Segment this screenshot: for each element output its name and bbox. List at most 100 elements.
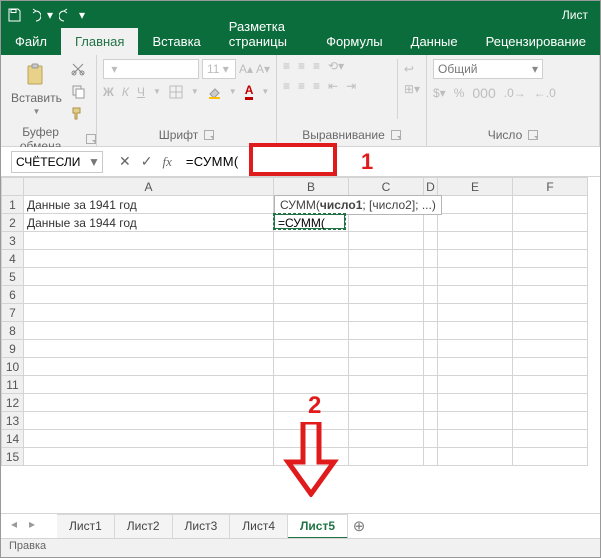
- cell[interactable]: [513, 448, 588, 466]
- col-header[interactable]: D: [424, 178, 438, 196]
- cell[interactable]: [424, 430, 438, 448]
- cell[interactable]: [349, 340, 424, 358]
- col-header[interactable]: C: [349, 178, 424, 196]
- cell[interactable]: [274, 322, 349, 340]
- cell[interactable]: [349, 286, 424, 304]
- decrease-decimal-icon[interactable]: ←.0: [534, 86, 556, 100]
- clipboard-launcher-icon[interactable]: [86, 134, 96, 144]
- confirm-formula-icon[interactable]: ✓: [141, 153, 153, 170]
- cell[interactable]: [349, 304, 424, 322]
- cell[interactable]: [274, 394, 349, 412]
- cell[interactable]: [349, 430, 424, 448]
- cell[interactable]: [438, 214, 513, 232]
- cell[interactable]: [24, 286, 274, 304]
- cell[interactable]: [513, 304, 588, 322]
- cell[interactable]: [349, 448, 424, 466]
- cell[interactable]: Данные за 1941 год: [24, 196, 274, 214]
- sheet-tab[interactable]: Лист3: [173, 514, 231, 539]
- cell[interactable]: [24, 304, 274, 322]
- cell[interactable]: [424, 394, 438, 412]
- cell[interactable]: [513, 196, 588, 214]
- orientation-icon[interactable]: ⟲▾: [328, 59, 344, 73]
- row-header[interactable]: 10: [2, 358, 24, 376]
- cell[interactable]: [24, 250, 274, 268]
- cell[interactable]: [438, 358, 513, 376]
- cell[interactable]: [274, 376, 349, 394]
- row-header[interactable]: 7: [2, 304, 24, 322]
- row-header[interactable]: 4: [2, 250, 24, 268]
- cell[interactable]: [438, 304, 513, 322]
- cell[interactable]: [424, 214, 438, 232]
- tab-home[interactable]: Главная: [61, 28, 138, 55]
- cell[interactable]: [24, 448, 274, 466]
- align-bottom-icon[interactable]: ≡: [313, 59, 320, 73]
- row-header[interactable]: 13: [2, 412, 24, 430]
- cell[interactable]: [24, 412, 274, 430]
- cell[interactable]: [424, 304, 438, 322]
- cell[interactable]: [513, 250, 588, 268]
- cell[interactable]: [24, 376, 274, 394]
- cell[interactable]: [513, 214, 588, 232]
- cell[interactable]: [513, 268, 588, 286]
- cell[interactable]: [438, 286, 513, 304]
- accounting-format-icon[interactable]: $▾: [433, 86, 446, 100]
- undo-dropdown-icon[interactable]: ▾: [45, 6, 55, 24]
- cell[interactable]: [424, 448, 438, 466]
- row-header[interactable]: 2: [2, 214, 24, 232]
- cell[interactable]: [513, 322, 588, 340]
- cell[interactable]: [513, 340, 588, 358]
- format-painter-icon[interactable]: [70, 105, 86, 121]
- cell[interactable]: [349, 232, 424, 250]
- row-header[interactable]: 3: [2, 232, 24, 250]
- cell[interactable]: [274, 448, 349, 466]
- cell[interactable]: [274, 268, 349, 286]
- formula-input[interactable]: [180, 151, 330, 173]
- worksheet-grid[interactable]: ABCDEF1Данные за 1941 год2Данные за 1944…: [1, 177, 600, 513]
- cell[interactable]: [438, 250, 513, 268]
- cell[interactable]: [24, 394, 274, 412]
- col-header[interactable]: E: [438, 178, 513, 196]
- font-family-select[interactable]: ▾: [103, 59, 199, 79]
- font-launcher-icon[interactable]: [204, 130, 214, 140]
- comma-format-icon[interactable]: 000: [472, 85, 495, 101]
- font-color-icon[interactable]: A: [245, 83, 254, 100]
- underline-button[interactable]: Ч: [137, 85, 145, 99]
- fill-color-icon[interactable]: [207, 85, 221, 99]
- cell[interactable]: [274, 304, 349, 322]
- align-middle-icon[interactable]: ≡: [298, 59, 305, 73]
- cell[interactable]: [274, 232, 349, 250]
- tab-nav-first-icon[interactable]: ◂: [5, 517, 23, 535]
- cell[interactable]: [424, 268, 438, 286]
- add-sheet-button[interactable]: ⊕: [348, 517, 370, 535]
- cell[interactable]: [513, 430, 588, 448]
- cell[interactable]: [424, 232, 438, 250]
- col-header[interactable]: A: [24, 178, 274, 196]
- col-header[interactable]: F: [513, 178, 588, 196]
- font-size-select[interactable]: 11 ▾: [202, 59, 236, 79]
- align-right-icon[interactable]: ≡: [313, 79, 320, 93]
- cell[interactable]: [424, 286, 438, 304]
- cell[interactable]: [438, 340, 513, 358]
- cell[interactable]: [438, 412, 513, 430]
- row-header[interactable]: 12: [2, 394, 24, 412]
- cell[interactable]: [274, 430, 349, 448]
- sheet-tab[interactable]: Лист4: [230, 514, 288, 539]
- sheet-tab[interactable]: Лист2: [115, 514, 173, 539]
- tab-layout[interactable]: Разметка страницы: [215, 13, 312, 55]
- cell[interactable]: [274, 286, 349, 304]
- cell[interactable]: [438, 394, 513, 412]
- cell[interactable]: [349, 394, 424, 412]
- wrap-text-icon[interactable]: ↩: [404, 62, 420, 76]
- cell[interactable]: [438, 322, 513, 340]
- qat-customize-icon[interactable]: ▾: [77, 6, 87, 24]
- row-header[interactable]: 14: [2, 430, 24, 448]
- paste-button[interactable]: Вставить ▼: [7, 59, 66, 118]
- cell[interactable]: [24, 268, 274, 286]
- cell[interactable]: [349, 250, 424, 268]
- align-launcher-icon[interactable]: [391, 130, 401, 140]
- cell[interactable]: [274, 340, 349, 358]
- undo-icon[interactable]: [25, 6, 43, 24]
- cell[interactable]: [24, 340, 274, 358]
- percent-format-icon[interactable]: %: [454, 86, 465, 100]
- align-center-icon[interactable]: ≡: [298, 79, 305, 93]
